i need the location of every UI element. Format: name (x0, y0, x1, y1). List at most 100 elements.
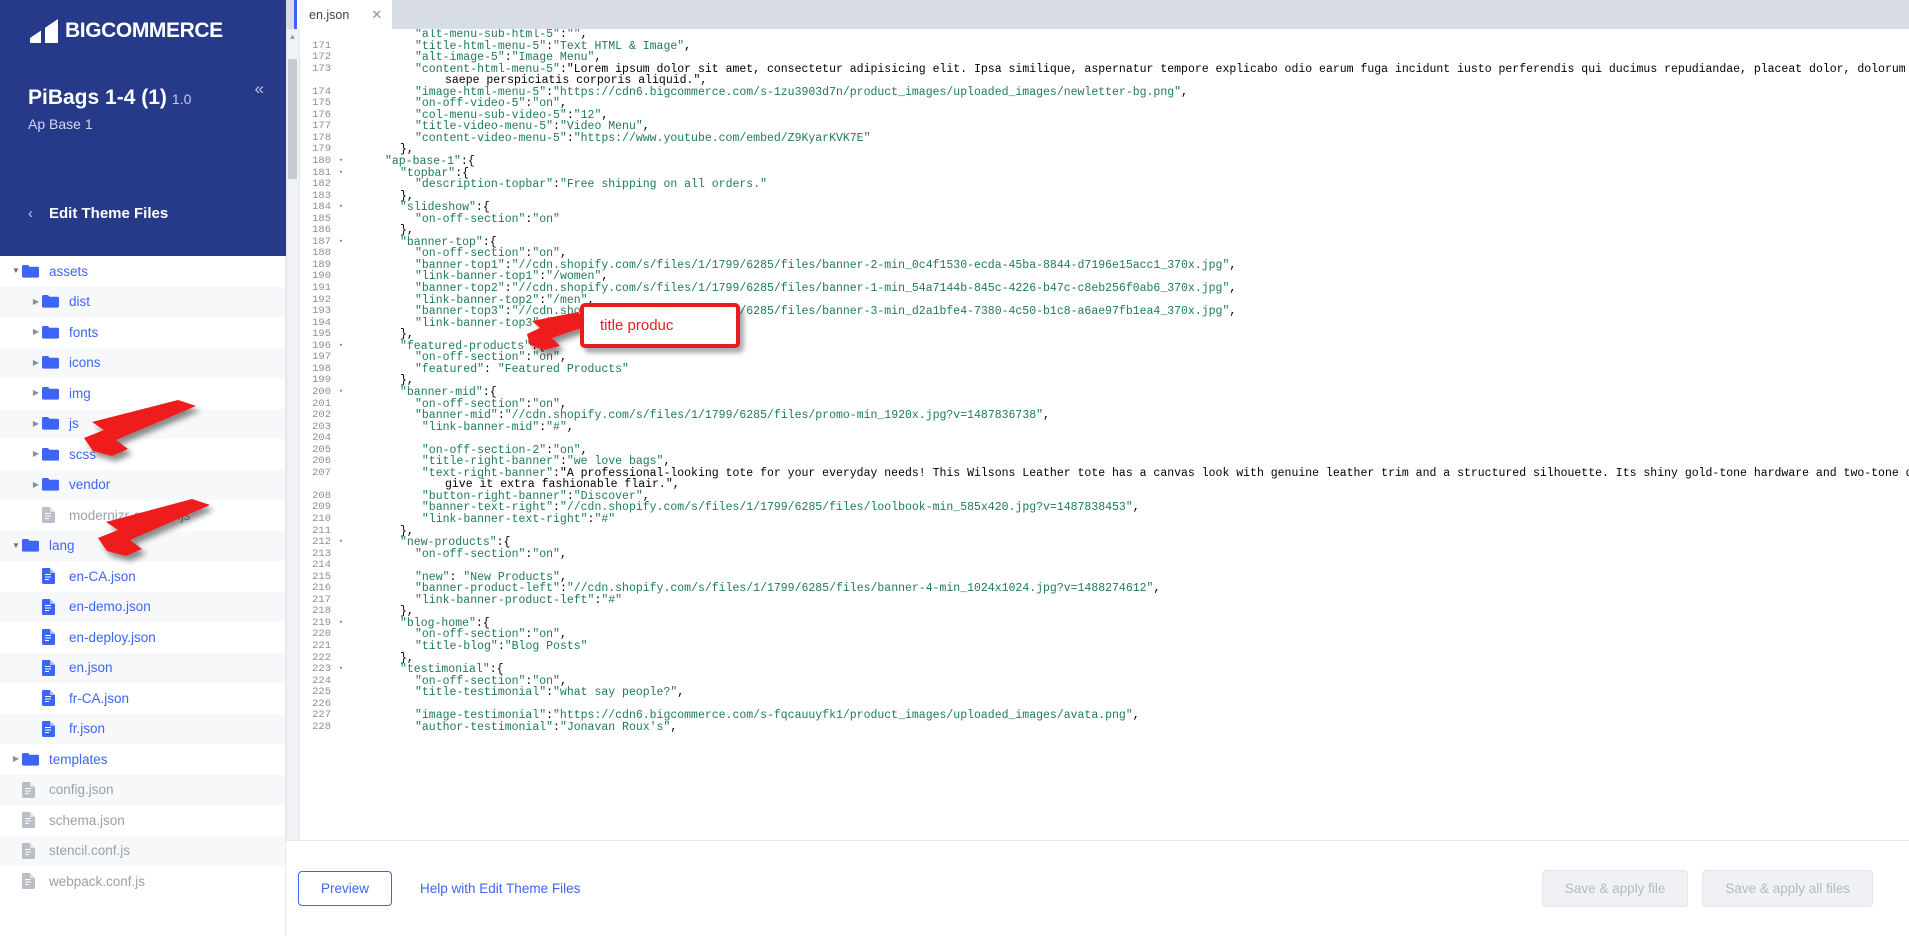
tree-folder-img[interactable]: ▶ img (0, 378, 285, 409)
code-editor[interactable]: ▲ "alt-menu-sub-html-5":"", 171 "title-htm… (286, 29, 1909, 840)
tree-folder-icons[interactable]: ▶ icons (0, 347, 285, 378)
code-line[interactable]: 213 "on-off-section":"on", (287, 548, 1909, 561)
tree-folder-assets[interactable]: ▼ assets (0, 256, 285, 287)
tree-file-config-json[interactable]: config.json (0, 774, 285, 805)
caret-right-icon[interactable]: ▶ (30, 297, 42, 306)
code-line[interactable]: 217 "link-banner-product-left":"#" (287, 594, 1909, 607)
code-line[interactable]: 200 ▾ "banner-mid":{ (287, 385, 1909, 399)
tree-file-webpack-conf-js[interactable]: webpack.conf.js (0, 866, 285, 897)
code-line[interactable]: 212 ▾ "new-products":{ (287, 537, 1909, 549)
fold-toggle-icon[interactable]: ▾ (335, 664, 347, 676)
code-text: "ap-base-1":{ (385, 155, 475, 169)
caret-right-icon[interactable]: ▶ (30, 450, 42, 458)
code-line[interactable]: 210 "link-banner-text-right":"#" (287, 513, 1909, 526)
folder-icon (42, 417, 62, 430)
tab-en-json[interactable]: en.json ✕ (294, 0, 393, 29)
code-text: "image-html-menu-5":"https://cdn6.bigcom… (415, 85, 1188, 99)
code-line[interactable]: 183}, (287, 190, 1909, 203)
tree-folder-vendor[interactable]: ▶ vendor (0, 469, 285, 500)
fold-toggle-icon[interactable]: ▾ (335, 168, 347, 180)
caret-down-icon[interactable]: ▼ (10, 267, 22, 275)
caret-right-icon[interactable]: ▶ (30, 389, 42, 397)
code-line[interactable]: 179}, (287, 144, 1909, 156)
code-line[interactable]: 211}, (287, 525, 1909, 538)
tree-file-en-ca-json[interactable]: en-CA.json (0, 561, 285, 592)
code-line[interactable]: 203 "link-banner-mid":"#", (287, 421, 1909, 434)
caret-right-icon[interactable]: ▶ (30, 480, 42, 489)
tree-file-en-demo-json[interactable]: en-demo.json (0, 591, 285, 622)
caret-right-icon[interactable]: ▶ (30, 419, 42, 428)
code-text: "title-blog":"Blog Posts" (415, 639, 588, 653)
code-text: "banner-top":{ (400, 235, 497, 249)
code-line[interactable]: 198 "featured": "Featured Products" (287, 362, 1909, 376)
tree-folder-fonts[interactable]: ▶ fonts (0, 317, 285, 348)
code-line[interactable]: 218}, (287, 606, 1909, 618)
tree-item-label: assets (49, 263, 89, 279)
tree-folder-js[interactable]: ▶ js (0, 408, 285, 439)
tree-folder-dist[interactable]: ▶ dist (0, 286, 285, 317)
code-line[interactable]: 180 ▾ "ap-base-1":{ (287, 155, 1909, 169)
code-line[interactable]: 222}, (287, 652, 1909, 665)
code-text: "banner-mid":"//cdn.shopify.com/s/files/… (415, 409, 1050, 423)
code-line[interactable]: 178 "content-video-menu-5":"https://www.y… (287, 132, 1909, 145)
tree-file-fr-json[interactable]: fr.json (0, 713, 285, 744)
code-line[interactable]: 185 "on-off-section":"on" (287, 213, 1909, 226)
tree-folder-templates[interactable]: ▶ templates (0, 744, 285, 775)
file-tree[interactable]: ▼ assets ▶ dist ▶ fonts ▶ icons ▶ img ▶ js ▶ scss ▶ ven… (0, 256, 286, 936)
code-line[interactable]: 194 "link-banner-top3":"/shop" (287, 317, 1909, 330)
caret-down-icon[interactable]: ▼ (10, 541, 22, 550)
tree-file-stencil-conf-js[interactable]: stencil.conf.js (0, 835, 285, 866)
save-apply-all-files-button[interactable]: Save & apply all files (1702, 870, 1873, 907)
code-line[interactable]: 182 "description-topbar":"Free shipping o… (287, 179, 1909, 191)
code-lines[interactable]: "alt-menu-sub-html-5":"", 171 "title-html-… (287, 29, 1909, 840)
caret-right-icon[interactable]: ▶ (30, 328, 42, 336)
tree-file-schema-json[interactable]: schema.json (0, 805, 285, 836)
help-link[interactable]: Help with Edit Theme Files (420, 881, 580, 896)
code-line[interactable]: 228 "author-testimonial":"Jonavan Roux's"… (287, 721, 1909, 734)
collapse-sidebar-button[interactable]: « (255, 80, 264, 97)
tree-item-label: webpack.conf.js (49, 873, 146, 889)
code-text: "alt-image-5":"Image Menu", (415, 51, 602, 65)
code-line[interactable]: 225 "title-testimonial":"what say people?… (287, 687, 1909, 699)
tree-item-label: lang (49, 538, 75, 553)
code-line[interactable]: 221 "title-blog":"Blog Posts" (287, 639, 1909, 653)
fold-toggle-icon[interactable]: ▾ (335, 537, 347, 549)
brand-logo[interactable]: BIGCOMMERCE (0, 0, 286, 44)
folder-icon (22, 264, 42, 278)
caret-right-icon[interactable]: ▶ (30, 358, 42, 367)
code-line[interactable]: 199}, (287, 375, 1909, 387)
tree-file-modernizr-custom-js[interactable]: modernizr-custom.js (0, 500, 285, 531)
file-icon (42, 629, 62, 646)
tree-file-fr-ca-json[interactable]: fr-CA.json (0, 683, 285, 714)
save-apply-file-button[interactable]: Save & apply file (1541, 870, 1689, 907)
line-number: 191 (312, 282, 331, 295)
fold-toggle-icon[interactable]: ▾ (335, 237, 347, 249)
file-icon (22, 781, 42, 798)
tree-item-label: vendor (69, 477, 111, 492)
fold-toggle-icon[interactable]: ▾ (335, 387, 347, 399)
caret-right-icon[interactable]: ▶ (10, 755, 22, 763)
tree-item-label: en-CA.json (69, 568, 136, 584)
fold-toggle-icon[interactable]: ▾ (335, 341, 347, 353)
tree-file-en-deploy-json[interactable]: en-deploy.json (0, 622, 285, 653)
code-text: "featured": "Featured Products" (415, 362, 629, 376)
code-text: }, (400, 143, 414, 157)
code-line[interactable]: 186}, (287, 225, 1909, 237)
tree-folder-scss[interactable]: ▶ scss (0, 439, 285, 470)
sidebar: BIGCOMMERCE PiBags 1-4 (1) 1.0 Ap Base 1 … (0, 0, 286, 936)
edit-theme-files-header[interactable]: ‹ Edit Theme Files (0, 205, 168, 222)
tree-item-label: schema.json (49, 812, 125, 828)
code-text: "banner-mid":{ (400, 385, 497, 399)
tree-item-label: fonts (69, 324, 99, 340)
tree-file-en-json[interactable]: en.json (0, 652, 285, 683)
tree-folder-lang[interactable]: ▼ lang (0, 530, 285, 561)
close-icon[interactable]: ✕ (371, 7, 382, 23)
tree-item-label: en-deploy.json (69, 629, 156, 645)
preview-button[interactable]: Preview (298, 871, 393, 906)
fold-toggle-icon[interactable]: ▾ (335, 156, 347, 168)
editor-footer: Preview Help with Edit Theme Files Save … (286, 840, 1909, 936)
fold-toggle-icon[interactable]: ▾ (335, 618, 347, 630)
line-number: 200 (312, 385, 331, 398)
code-line[interactable]: 223 ▾ "testimonial":{ (287, 664, 1909, 676)
fold-toggle-icon[interactable]: ▾ (335, 202, 347, 214)
